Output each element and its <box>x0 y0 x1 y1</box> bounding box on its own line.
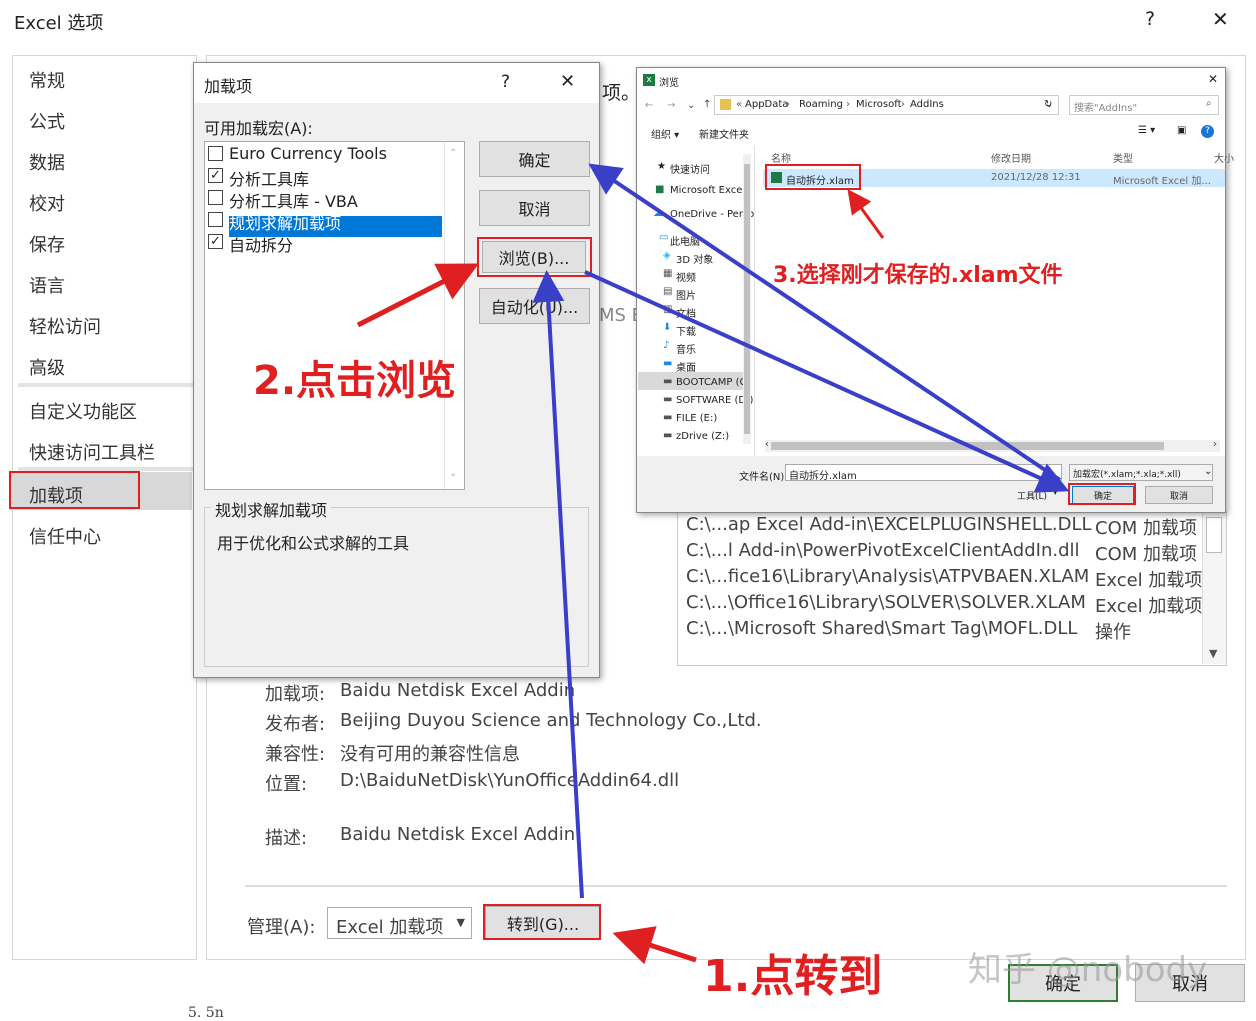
blue-arrow-ok-back-to-dialog-ok <box>588 163 1062 482</box>
annotation-step1: 1.点转到 <box>703 951 883 1002</box>
blue-arrow-browse-to-ok <box>584 270 1070 493</box>
red-arrow-step2 <box>356 263 479 328</box>
blue-arrow-goto-to-browse <box>532 270 584 899</box>
annotation-arrows <box>356 163 1070 965</box>
red-arrow-step1 <box>612 926 697 965</box>
annotation-step2: 2.点击浏览 <box>253 358 457 404</box>
red-arrow-step3 <box>847 189 885 239</box>
annotation-step3: 3.选择刚才保存的.xlam文件 <box>773 263 1063 288</box>
